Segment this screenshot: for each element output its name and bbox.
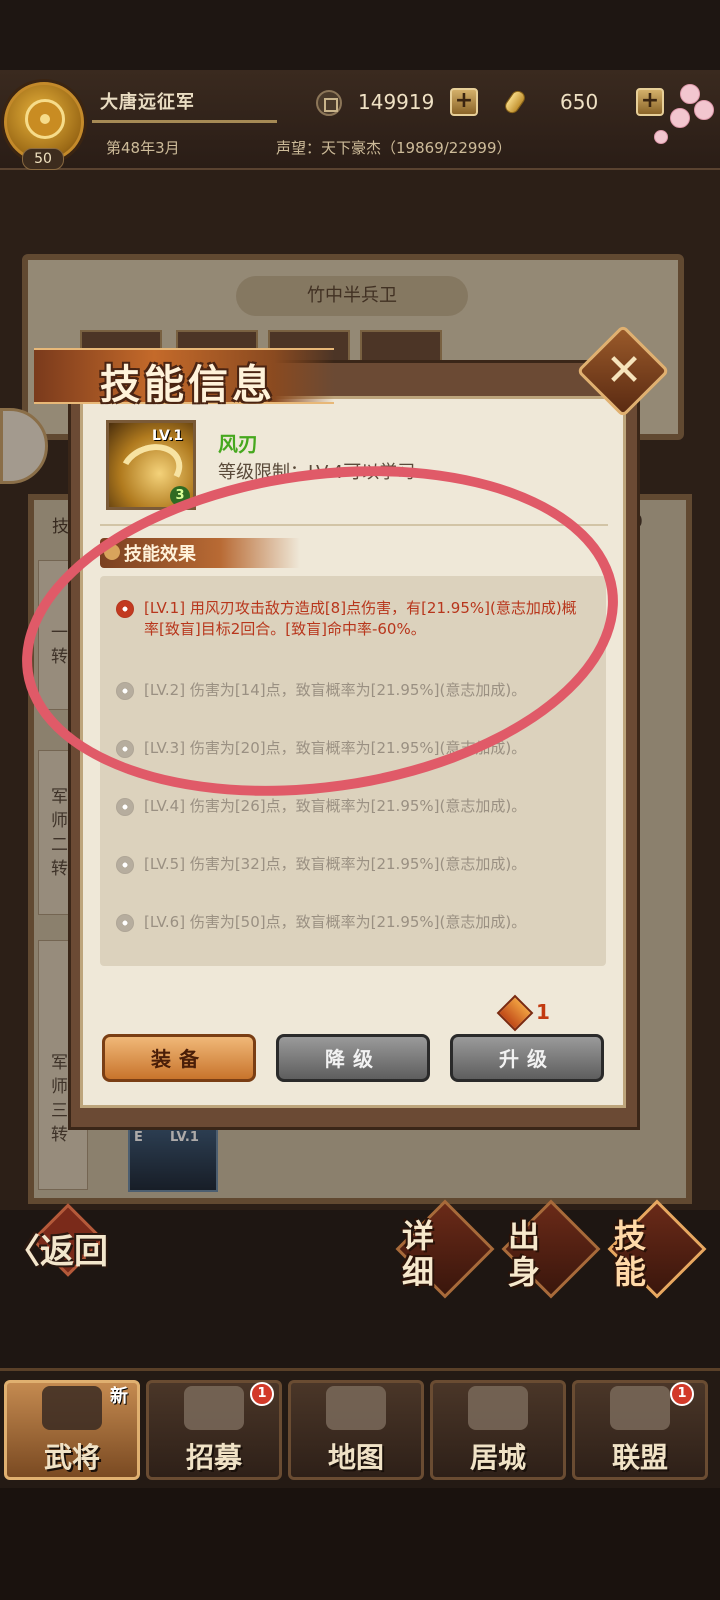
upgrade-button[interactable]: 升级 — [450, 1034, 604, 1082]
dock-generals-label: 武将 — [43, 1441, 100, 1474]
gold-ingot-icon — [500, 88, 530, 116]
effect-text: [LV.5] 伤害为[32]点，致盲概率为[21.95%](意志加成)。 — [144, 855, 527, 873]
map-scroll-icon — [326, 1386, 386, 1430]
dock-map-label: 地图 — [327, 1441, 384, 1474]
effect-text: [LV.6] 伤害为[50]点，致盲概率为[21.95%](意志加成)。 — [144, 913, 527, 931]
copper-coin-icon — [316, 90, 342, 116]
samurai-helmet-icon — [42, 1386, 102, 1430]
tomoe-icon — [116, 914, 134, 932]
back-button[interactable]: 〈返回 — [6, 1224, 108, 1273]
fame-label: 声望： — [276, 139, 322, 157]
dock-alliance-label: 联盟 — [611, 1441, 668, 1474]
effect-item: [LV.5] 伤害为[32]点，致盲概率为[21.95%](意志加成)。 — [116, 854, 590, 875]
game-date: 第48年3月 — [106, 139, 180, 157]
skill-name: 风刃 — [218, 432, 258, 456]
dialog-title: 技能信息 — [100, 362, 276, 408]
army-name: 大唐远征军 — [100, 92, 195, 113]
alliance-flag-icon — [610, 1386, 670, 1430]
close-icon[interactable]: ✕ — [604, 346, 644, 396]
downgrade-button[interactable]: 降级 — [276, 1034, 430, 1082]
tomoe-icon — [116, 856, 134, 874]
effect-text: [LV.4] 伤害为[26]点，致盲概率为[21.95%](意志加成)。 — [144, 797, 527, 815]
coin-amount: 149919 — [358, 90, 435, 114]
bottom-bar — [0, 1488, 720, 1600]
recruit-notification-badge: 1 — [250, 1382, 274, 1406]
fame-status: 声望：天下豪杰（19869/22999） — [276, 137, 512, 158]
alliance-notification-badge: 1 — [670, 1382, 694, 1406]
recruit-scroll-icon — [184, 1386, 244, 1430]
tomoe-icon — [116, 798, 134, 816]
upgrade-cost: 1 — [536, 1000, 550, 1024]
cherry-blossom-icon — [650, 78, 720, 158]
equip-button[interactable]: 装备 — [102, 1034, 256, 1082]
add-coins-button[interactable]: + — [450, 88, 478, 116]
tab-detail-label[interactable]: 详细 — [402, 1218, 462, 1290]
player-level-badge: 50 — [22, 148, 64, 170]
new-tag: 新 — [110, 1386, 128, 1407]
skill-icon-level: LV.1 — [152, 428, 184, 444]
fame-value: 天下豪杰（19869/22999） — [321, 139, 512, 157]
gold-amount: 650 — [560, 90, 599, 114]
dock-castle-label: 居城 — [469, 1441, 526, 1474]
army-underline — [92, 120, 277, 123]
dock-recruit-label: 招募 — [185, 1441, 242, 1474]
effect-item: [LV.6] 伤害为[50]点，致盲概率为[21.95%](意志加成)。 — [116, 912, 590, 933]
tab-skills-label[interactable]: 技能 — [614, 1218, 674, 1290]
tab-origin-label[interactable]: 出身 — [508, 1218, 568, 1290]
castle-icon — [468, 1386, 528, 1430]
effect-item: [LV.4] 伤害为[26]点，致盲概率为[21.95%](意志加成)。 — [116, 796, 590, 817]
